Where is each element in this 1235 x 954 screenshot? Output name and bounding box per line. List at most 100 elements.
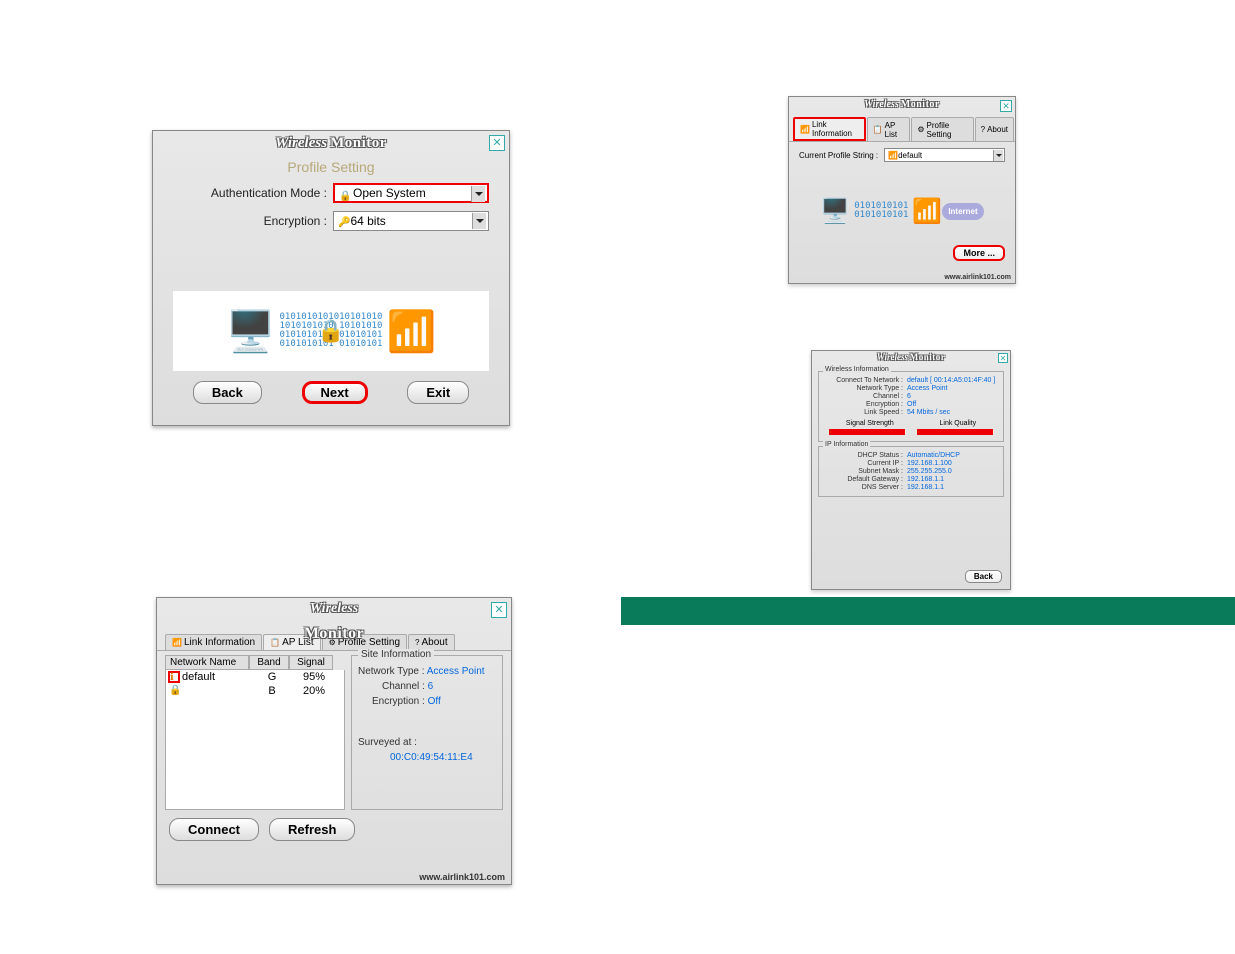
list-icon: 📋 [270,638,280,647]
site-information: Site Information Network Type : Access P… [351,655,503,810]
back-button[interactable]: Back [965,570,1002,583]
info-row: Subnet Mask :255.255.255.0 [823,468,999,475]
current-profile-value: default [898,151,922,160]
chevron-down-icon[interactable] [472,213,486,229]
close-icon[interactable]: ✕ [491,602,507,618]
ap-row[interactable]: ℹ default G 95% [166,670,344,684]
chevron-down-icon[interactable] [993,150,1003,161]
col-signal[interactable]: Signal [289,655,333,670]
wifi-locked-icon: 🔒 [168,685,180,697]
cell-name: ℹ default [168,671,252,683]
ap-body: Network Name Band Signal ℹ default G 95%… [157,651,511,814]
app-title: Wireless Monitor [877,354,945,362]
site-info-legend: Site Information [358,649,434,660]
titlebar: Wireless Monitor ✕ [153,131,509,157]
strength-bars [823,427,999,437]
col-network-name[interactable]: Network Name [165,655,249,670]
cell-band: G [252,671,292,683]
router-icon: 📶 [912,197,942,226]
auth-mode-row: Authentication Mode : Open System [153,183,509,203]
info-row: Link Speed :54 Mbits / sec [823,409,999,416]
internet-cloud: Internet [942,203,983,220]
profile-setting-window: Wireless Monitor ✕ Profile Setting Authe… [152,130,510,426]
lock-icon [339,188,349,198]
signal-icon: 📶 [172,638,182,647]
page-subtitle: Profile Setting [153,159,509,175]
wireless-info-fieldset: Wireless Information Connect To Network … [818,371,1004,442]
connection-graphic: 🖥️ 01010101010101010101 📶 Internet [801,180,1003,242]
footer-url: www.airlink101.com [419,872,505,882]
signal-strength-label: Signal Strength [846,420,894,427]
list-icon: 📋 [873,125,883,134]
close-icon[interactable]: ✕ [998,353,1008,363]
question-icon: ? [981,125,985,134]
info-row: Encryption :Off [823,401,999,408]
close-icon[interactable]: ✕ [1000,100,1012,112]
tabs: 📶 Link Information 📋 AP List ⚙ Profile S… [789,117,1015,142]
wifi-open-icon: ℹ [168,671,180,683]
strength-row: Signal Strength Link Quality [823,420,999,427]
info-row: Channel :6 [823,393,999,400]
wifi-icon: 📶 [888,151,898,160]
exit-button[interactable]: Exit [407,381,469,404]
router-icon: 📶 [386,308,436,355]
current-profile-label: Current Profile String : [799,151,878,160]
gear-icon: ⚙ [917,125,924,134]
encryption-value: 64 bits [350,214,385,228]
tab-link-information[interactable]: 📶 Link Information [165,634,262,650]
titlebar: Wireless Monitor ✕ [157,598,511,634]
cell-band: B [252,685,292,697]
chevron-down-icon[interactable] [471,186,485,202]
key-icon [338,214,350,228]
info-row: Connect To Network :default [ 00:14:A5:0… [823,377,999,384]
footer-url: www.airlink101.com [944,274,1011,281]
current-profile-row: Current Profile String : 📶 default [789,142,1015,162]
more-button-wrap: More ... [953,245,1005,261]
signal-icon: 📶 [800,125,810,134]
more-button[interactable]: More ... [953,245,1005,261]
close-icon[interactable]: ✕ [489,135,505,151]
ap-list: Network Name Band Signal ℹ default G 95%… [165,655,345,810]
connect-button[interactable]: Connect [169,818,259,841]
next-button[interactable]: Next [302,381,368,404]
computer-icon: 🖥️ [820,197,850,226]
button-row: Back Next Exit [153,371,509,414]
encryption-label: Encryption : [153,214,333,228]
info-row: DHCP Status :Automatic/DHCP [823,452,999,459]
link-quality-label: Link Quality [940,420,977,427]
tab-about[interactable]: ? About [975,117,1014,141]
link-quality-bar [917,429,993,435]
cell-signal: 95% [292,671,336,683]
info-row: DNS Server :192.168.1.1 [823,484,999,491]
tab-about[interactable]: ? About [408,634,455,650]
button-row: Connect Refresh [157,814,511,845]
ap-row[interactable]: 🔒 B 20% [166,684,344,698]
auth-mode-value: Open System [353,186,426,200]
site-row: Network Type : Access Point [358,666,496,677]
ip-info-fieldset: IP Information DHCP Status :Automatic/DH… [818,446,1004,497]
auth-mode-label: Authentication Mode : [153,186,333,200]
tab-link-information[interactable]: 📶 Link Information [793,117,866,141]
cell-signal: 20% [292,685,336,697]
encryption-dropdown[interactable]: 64 bits [333,211,489,231]
ap-headers: Network Name Band Signal [165,655,345,670]
site-row: Encryption : Off [358,696,496,707]
refresh-button[interactable]: Refresh [269,818,355,841]
tab-ap-list[interactable]: 📋 AP List [867,117,911,141]
binary-graphic: 01010101010101010101 [850,202,912,220]
back-button[interactable]: Back [193,381,262,404]
current-profile-dropdown[interactable]: 📶 default [884,148,1005,162]
computer-icon: 🖥️ [226,308,276,355]
col-band[interactable]: Band [249,655,289,670]
ap-list-window: Wireless Monitor ✕ 📶 Link Information 📋 … [156,597,512,885]
site-row: Channel : 6 [358,681,496,692]
tab-profile-setting[interactable]: ⚙ Profile Setting [911,117,973,141]
lock-overlay-icon: 🔒 [317,318,344,344]
details-window: Wireless Monitor ✕ Wireless Information … [811,350,1011,590]
info-row: Current IP :192.168.1.100 [823,460,999,467]
cell-name: 🔒 [168,685,252,697]
titlebar: Wireless Monitor ✕ [812,351,1010,367]
auth-mode-dropdown[interactable]: Open System [333,183,489,203]
site-row: Surveyed at : [358,737,496,748]
network-graphic: 🖥️ 01010101010101010101010101010 1010101… [173,291,489,371]
